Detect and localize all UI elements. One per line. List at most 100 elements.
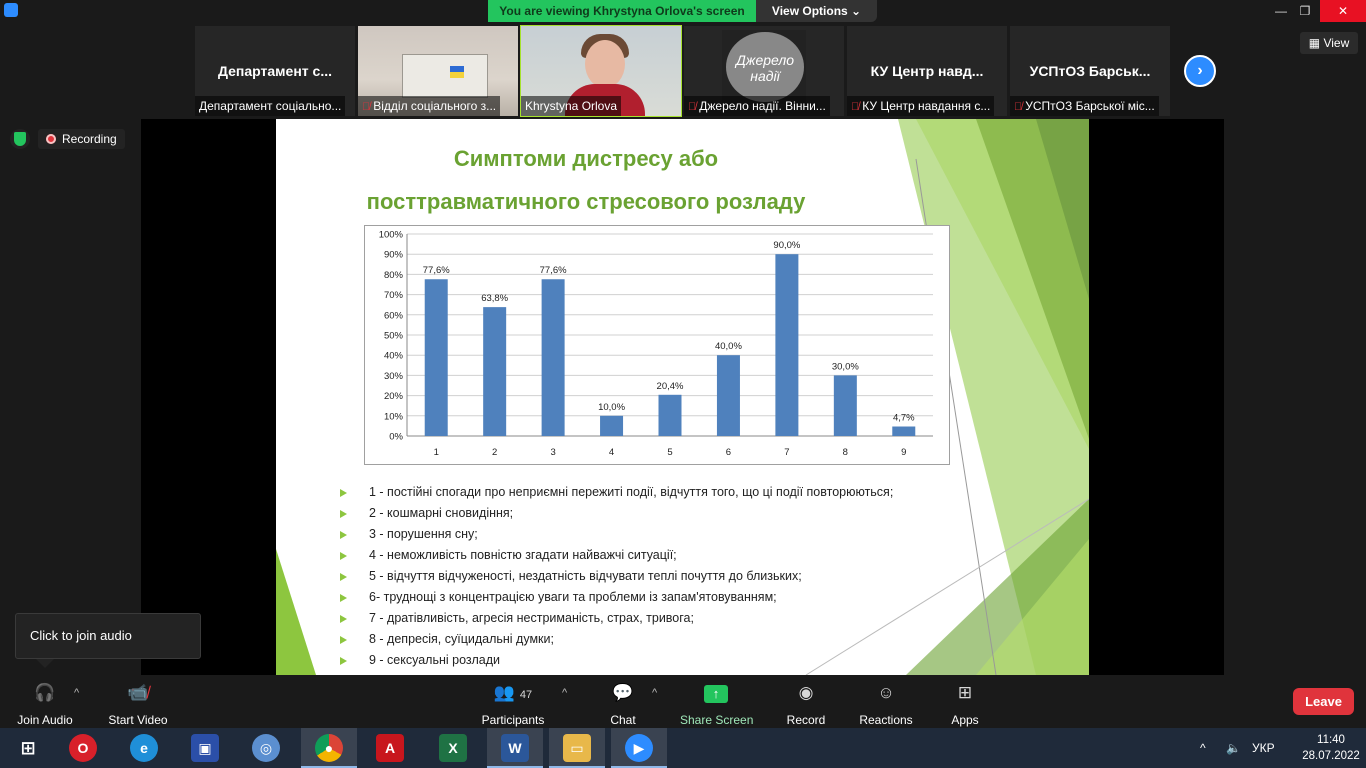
taskbar-excel[interactable]: X bbox=[425, 728, 481, 768]
slide-title-line1: Симптоми дистресу або bbox=[453, 146, 719, 171]
bullet-icon bbox=[340, 510, 347, 518]
start-button[interactable]: ⊞ bbox=[0, 728, 56, 768]
taskbar-word[interactable]: W bbox=[487, 728, 543, 768]
bullet-icon bbox=[340, 531, 347, 539]
windows-taskbar: ⊞ O e ▣ ◎ ● A X W ▭ ▶ ^ 🔈 УКР 11:40 28.0… bbox=[0, 728, 1366, 768]
encryption-shield[interactable] bbox=[10, 129, 30, 149]
headphones-icon: 🎧 bbox=[34, 683, 56, 702]
bar bbox=[833, 375, 857, 436]
data-label: 77,6% bbox=[423, 265, 450, 276]
bar-chart: 0% 10% 20% 30% 40% 50% 60% 70% 80% 90% 100% 77,6% 1 6… bbox=[379, 230, 933, 458]
x-tick-label: 1 bbox=[434, 447, 439, 458]
leave-button[interactable]: Leave bbox=[1293, 688, 1354, 715]
chat-button[interactable]: 💬 Chat bbox=[596, 681, 650, 727]
taskbar-save[interactable]: ▣ bbox=[177, 728, 233, 768]
pdf-icon: A bbox=[376, 734, 404, 762]
x-tick-label: 7 bbox=[784, 447, 789, 458]
taskbar-acrobat[interactable]: A bbox=[362, 728, 418, 768]
close-icon[interactable]: ✕ bbox=[1320, 0, 1366, 22]
participant-thumbnail-active[interactable]: Khrystyna Orlova bbox=[520, 25, 682, 117]
legend-list: 1 - постійні спогади про неприємні переж… bbox=[340, 482, 980, 671]
x-tick-label: 2 bbox=[492, 447, 497, 458]
participant-label: Khrystyna Orlova bbox=[521, 96, 622, 116]
participant-thumbnail[interactable]: Департамент с... Департамент соціально..… bbox=[195, 26, 355, 116]
logo-text: Джерело надії bbox=[735, 52, 795, 84]
bar bbox=[716, 355, 740, 436]
participants-icon: 👥 bbox=[493, 683, 516, 702]
taskbar-opera[interactable]: O bbox=[55, 728, 111, 768]
participant-label: 🎙̸ Відділ соціального з... bbox=[358, 96, 501, 116]
audio-options-caret[interactable]: ^ bbox=[74, 687, 79, 699]
participants-button[interactable]: 👥 47 Participants bbox=[478, 681, 548, 727]
clock-date: 28.07.2022 bbox=[1302, 750, 1360, 762]
participant-label: Департамент соціально... bbox=[195, 96, 346, 116]
language-indicator[interactable]: УКР bbox=[1252, 728, 1275, 768]
taskbar-zoom[interactable]: ▶ bbox=[611, 728, 667, 768]
record-dot-icon bbox=[46, 134, 56, 144]
clock[interactable]: 11:40 28.07.2022 bbox=[1300, 732, 1362, 764]
wall-board bbox=[402, 54, 488, 98]
opera-icon: O bbox=[69, 734, 97, 762]
bar bbox=[658, 394, 682, 436]
taskbar-explorer[interactable]: ▭ bbox=[549, 728, 605, 768]
data-label: 30,0% bbox=[832, 361, 859, 372]
bullet-icon bbox=[340, 615, 347, 623]
participant-thumbnail[interactable]: 🎙̸ Відділ соціального з... bbox=[358, 26, 518, 116]
chrome-icon: ● bbox=[315, 734, 343, 762]
y-tick-label: 90% bbox=[384, 250, 404, 261]
participant-thumbnail[interactable]: Джерело надії 🎙̸ Джерело надії. Вінни... bbox=[684, 26, 844, 116]
y-tick-label: 10% bbox=[384, 411, 404, 422]
reactions-button[interactable]: ☺ Reactions bbox=[856, 681, 916, 727]
participant-name-tile: УСПтОЗ Барськ... bbox=[1029, 63, 1151, 79]
volume-icon[interactable]: 🔈 bbox=[1226, 728, 1241, 768]
data-label: 77,6% bbox=[540, 265, 567, 276]
taskbar-ie[interactable]: e bbox=[116, 728, 172, 768]
legend-item: 8 - депресія, суїцидальні думки; bbox=[340, 629, 980, 650]
view-options-button[interactable]: View Options ⌄ bbox=[756, 0, 877, 22]
mic-muted-icon: 🎙̸ bbox=[688, 101, 697, 113]
y-tick-label: 50% bbox=[384, 331, 404, 342]
bar bbox=[775, 254, 799, 436]
chat-bubble-icon: 💬 bbox=[612, 683, 634, 702]
next-page-button[interactable]: › bbox=[1184, 55, 1216, 87]
chat-options-caret[interactable]: ^ bbox=[652, 687, 657, 699]
participant-thumbnail[interactable]: КУ Центр навд... 🎙̸ КУ Центр навдання с..… bbox=[847, 26, 1007, 116]
bar bbox=[892, 426, 916, 436]
grid-icon: ▦ bbox=[1308, 36, 1324, 50]
apps-button[interactable]: ⊞ Apps bbox=[942, 681, 988, 727]
join-audio-button[interactable]: 🎧 Join Audio bbox=[10, 681, 80, 727]
participant-thumbnail[interactable]: УСПтОЗ Барськ... 🎙̸ УСПтОЗ Барської міс..… bbox=[1010, 26, 1170, 116]
bullet-icon bbox=[340, 657, 347, 665]
bar bbox=[600, 415, 624, 436]
restore-icon[interactable]: ❐ bbox=[1290, 0, 1320, 22]
viewing-screen-banner: You are viewing Khrystyna Orlova's scree… bbox=[488, 0, 756, 22]
bullet-icon bbox=[340, 636, 347, 644]
x-tick-label: 6 bbox=[726, 447, 731, 458]
bar bbox=[424, 279, 448, 436]
participant-name-tile: КУ Центр навд... bbox=[870, 63, 984, 79]
participants-options-caret[interactable]: ^ bbox=[562, 687, 567, 699]
tooltip-arrow bbox=[36, 659, 54, 668]
mic-muted-icon: 🎙̸ bbox=[1014, 101, 1023, 113]
start-video-button[interactable]: 📹̸ Start Video bbox=[103, 681, 173, 727]
mic-muted-icon: 🎙̸ bbox=[851, 101, 860, 113]
y-tick-label: 70% bbox=[384, 290, 404, 301]
taskbar-network[interactable]: ◎ bbox=[238, 728, 294, 768]
legend-item: 1 - постійні спогади про неприємні переж… bbox=[340, 482, 980, 503]
y-tick-label: 40% bbox=[384, 351, 404, 362]
record-button[interactable]: ◉ Record bbox=[780, 681, 832, 727]
recording-indicator[interactable]: Recording bbox=[38, 129, 125, 149]
record-icon: ◉ bbox=[798, 683, 814, 702]
view-button[interactable]: ▦ View bbox=[1300, 32, 1358, 54]
share-screen-button[interactable]: ↑ Share Screen bbox=[680, 681, 753, 727]
ie-icon: e bbox=[130, 734, 158, 762]
y-tick-label: 100% bbox=[379, 230, 404, 241]
x-tick-label: 3 bbox=[550, 447, 555, 458]
folder-icon: ▭ bbox=[563, 734, 591, 762]
bullet-icon bbox=[340, 489, 347, 497]
organization-logo: Джерело надії bbox=[722, 30, 806, 104]
x-tick-label: 5 bbox=[667, 447, 672, 458]
tray-expand-icon[interactable]: ^ bbox=[1200, 728, 1206, 768]
taskbar-chrome[interactable]: ● bbox=[301, 728, 357, 768]
legend-item: 4 - неможливість повністю згадати найваж… bbox=[340, 545, 980, 566]
